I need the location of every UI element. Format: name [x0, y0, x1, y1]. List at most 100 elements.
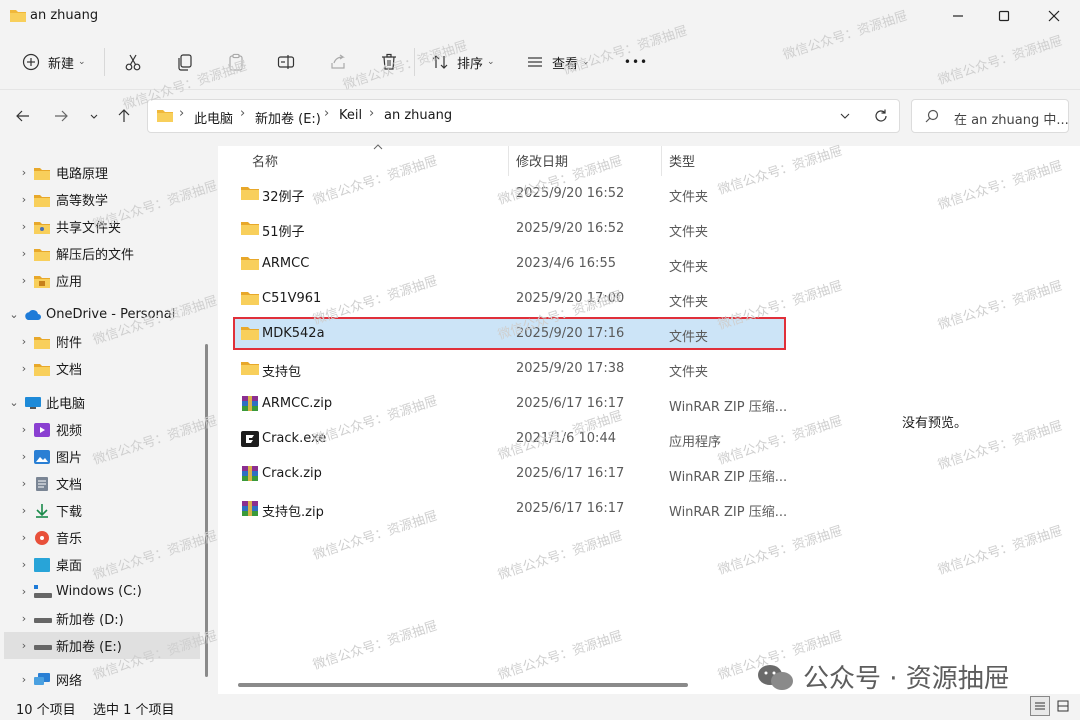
nav-item[interactable]: › 共享文件夹	[4, 213, 200, 240]
up-button[interactable]	[112, 104, 136, 128]
image-icon	[34, 449, 50, 464]
chevron-right-icon[interactable]: ›	[14, 220, 34, 233]
nav-item[interactable]: › 电路原理	[4, 159, 200, 186]
nav-item-icon	[34, 672, 50, 687]
nav-item[interactable]: › 桌面	[4, 551, 200, 578]
chevron-right-icon[interactable]: ›	[14, 531, 34, 544]
sort-button[interactable]: 排序 ⌄	[431, 48, 503, 76]
nav-item-label: 文档	[56, 478, 83, 493]
share-button[interactable]	[326, 48, 350, 76]
paste-button[interactable]	[224, 48, 248, 76]
nav-item-icon	[34, 335, 50, 349]
column-divider[interactable]	[508, 146, 509, 176]
chevron-right-icon[interactable]: ›	[14, 335, 34, 348]
view-button[interactable]: 查看 ⌄	[526, 48, 598, 76]
column-header-name[interactable]: 名称	[252, 151, 278, 170]
nav-item[interactable]: › 高等数学	[4, 186, 200, 213]
column-header-modified[interactable]: 修改日期	[516, 151, 568, 170]
close-button[interactable]	[1031, 0, 1077, 32]
chevron-right-icon: ›	[240, 106, 246, 121]
maximize-icon	[998, 10, 1010, 22]
breadcrumb-an-zhuang[interactable]: an zhuang	[384, 108, 452, 123]
network-icon	[34, 672, 50, 685]
file-icon	[241, 326, 259, 344]
nav-item-label: Windows (C:)	[56, 584, 142, 599]
breadcrumb-drive-e[interactable]: 新加卷 (E:)	[255, 108, 321, 127]
chevron-right-icon: ›	[324, 106, 330, 121]
nav-item[interactable]: › 文档	[4, 355, 200, 382]
music-icon	[35, 530, 49, 545]
chevron-down-icon[interactable]: ⌄	[4, 396, 24, 409]
chevron-right-icon[interactable]: ›	[14, 247, 34, 260]
nav-item[interactable]: › 视频	[4, 416, 200, 443]
details-view-button[interactable]	[1030, 696, 1050, 716]
preview-empty-text: 没有预览。	[902, 416, 968, 431]
nav-item[interactable]: › 文档	[4, 470, 200, 497]
chevron-right-icon[interactable]: ›	[14, 673, 34, 686]
column-divider[interactable]	[661, 146, 662, 176]
drive-icon	[34, 617, 52, 623]
delete-button[interactable]	[377, 48, 401, 76]
application-icon	[241, 431, 259, 447]
nav-item-label: 下载	[56, 505, 83, 520]
nav-item[interactable]: › 解压后的文件	[4, 240, 200, 267]
nav-item[interactable]: › 下载	[4, 497, 200, 524]
chevron-down-icon	[90, 114, 98, 119]
chevron-right-icon[interactable]: ›	[14, 639, 34, 652]
cut-button[interactable]	[121, 48, 145, 76]
chevron-right-icon[interactable]: ›	[14, 504, 34, 517]
rename-button[interactable]	[274, 48, 298, 76]
chevron-right-icon[interactable]: ›	[14, 193, 34, 206]
chevron-down-icon[interactable]: ⌄	[4, 308, 24, 321]
sort-label: 排序	[457, 56, 484, 72]
nav-item[interactable]: › 附件	[4, 328, 200, 355]
chevron-right-icon[interactable]: ›	[14, 274, 34, 287]
nav-item-label: 高等数学	[56, 194, 109, 209]
file-name: Crack.exe	[262, 431, 327, 446]
nav-item[interactable]: › 网络	[4, 666, 200, 693]
chevron-right-icon[interactable]: ›	[14, 166, 34, 179]
shared-folder-icon	[34, 221, 50, 234]
watermark-brand: 公众号 · 资源抽屉	[755, 658, 1010, 695]
breadcrumb-this-pc[interactable]: 此电脑	[194, 108, 233, 127]
nav-item-label: 网络	[56, 674, 83, 689]
recent-locations-button[interactable]	[82, 104, 106, 128]
nav-item[interactable]: › 图片	[4, 443, 200, 470]
folder-icon	[34, 363, 50, 376]
folder-icon	[157, 110, 173, 122]
nav-item-label: 音乐	[56, 532, 83, 547]
file-modified: 2025/6/17 16:17	[516, 466, 625, 481]
chevron-right-icon[interactable]: ›	[14, 558, 34, 571]
maximize-button[interactable]	[981, 0, 1027, 32]
forward-button[interactable]	[49, 104, 73, 128]
nav-item[interactable]: › 新加卷 (E:)	[4, 632, 200, 659]
nav-item[interactable]: › Windows (C:)	[4, 578, 200, 605]
file-name: 32例子	[262, 190, 305, 205]
chevron-right-icon[interactable]: ›	[14, 423, 34, 436]
nav-item[interactable]: ⌄ 此电脑	[4, 389, 200, 416]
nav-item-label: 共享文件夹	[56, 221, 122, 236]
more-options-button[interactable]: •••	[624, 48, 648, 76]
nav-scrollbar[interactable]	[205, 344, 208, 677]
chevron-right-icon[interactable]: ›	[14, 362, 34, 375]
chevron-right-icon[interactable]: ›	[14, 612, 34, 625]
column-header-type[interactable]: 类型	[669, 151, 695, 170]
nav-item[interactable]: ⌄ OneDrive - Personal	[4, 301, 200, 328]
nav-item[interactable]: › 应用	[4, 267, 200, 294]
refresh-button[interactable]	[869, 104, 893, 128]
chevron-right-icon[interactable]: ›	[14, 477, 34, 490]
breadcrumb-keil[interactable]: Keil	[339, 108, 362, 123]
chevron-right-icon[interactable]: ›	[14, 450, 34, 463]
horizontal-scrollbar[interactable]	[238, 683, 688, 687]
nav-item-icon	[34, 503, 50, 518]
minimize-button[interactable]	[935, 0, 981, 32]
nav-item[interactable]: › 新加卷 (D:)	[4, 605, 200, 632]
nav-item-label: 附件	[56, 336, 83, 351]
new-button[interactable]: 新建 ⌄	[22, 48, 92, 76]
tiles-view-button[interactable]	[1053, 696, 1073, 716]
nav-item[interactable]: › 音乐	[4, 524, 200, 551]
copy-button[interactable]	[173, 48, 197, 76]
chevron-right-icon[interactable]: ›	[14, 585, 34, 598]
address-history-button[interactable]	[833, 104, 857, 128]
back-button[interactable]	[11, 104, 35, 128]
